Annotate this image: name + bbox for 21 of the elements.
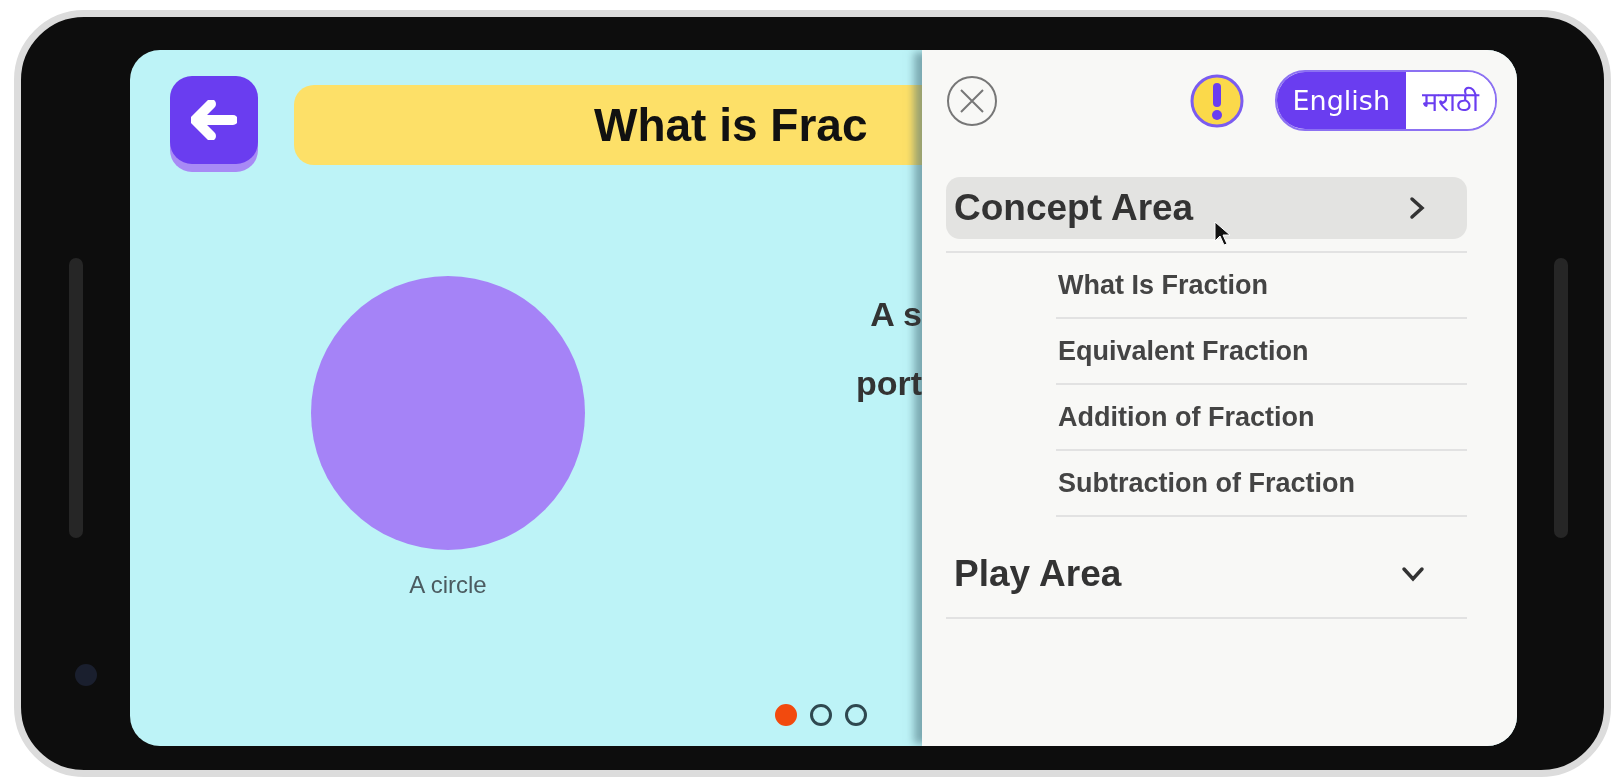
mouse-cursor-icon: [1214, 221, 1232, 247]
alert-icon[interactable]: [1188, 72, 1245, 129]
page-dot[interactable]: [810, 704, 832, 726]
menu-section[interactable]: Play Area: [946, 543, 1467, 605]
slide-text: port: [855, 364, 922, 403]
slide-text: A s: [870, 295, 922, 334]
menu-section[interactable]: Concept Area: [946, 177, 1467, 239]
menu-item[interactable]: What Is Fraction: [1056, 253, 1467, 319]
camera-icon: [75, 664, 97, 686]
chevron-down-icon: [1399, 564, 1427, 584]
menu-item[interactable]: Subtraction of Fraction: [1056, 451, 1467, 517]
page-dot[interactable]: [845, 704, 867, 726]
page-dot[interactable]: [775, 704, 797, 726]
language-option[interactable]: English: [1276, 72, 1406, 129]
menu-item[interactable]: Equivalent Fraction: [1056, 319, 1467, 385]
lesson-title: What is Frac: [594, 98, 868, 152]
chevron-right-icon: [1407, 194, 1427, 222]
menu-item[interactable]: Addition of Fraction: [1056, 385, 1467, 451]
close-icon[interactable]: [946, 74, 998, 127]
shape-caption: A circle: [409, 571, 487, 599]
back-arrow-icon: [191, 100, 237, 140]
